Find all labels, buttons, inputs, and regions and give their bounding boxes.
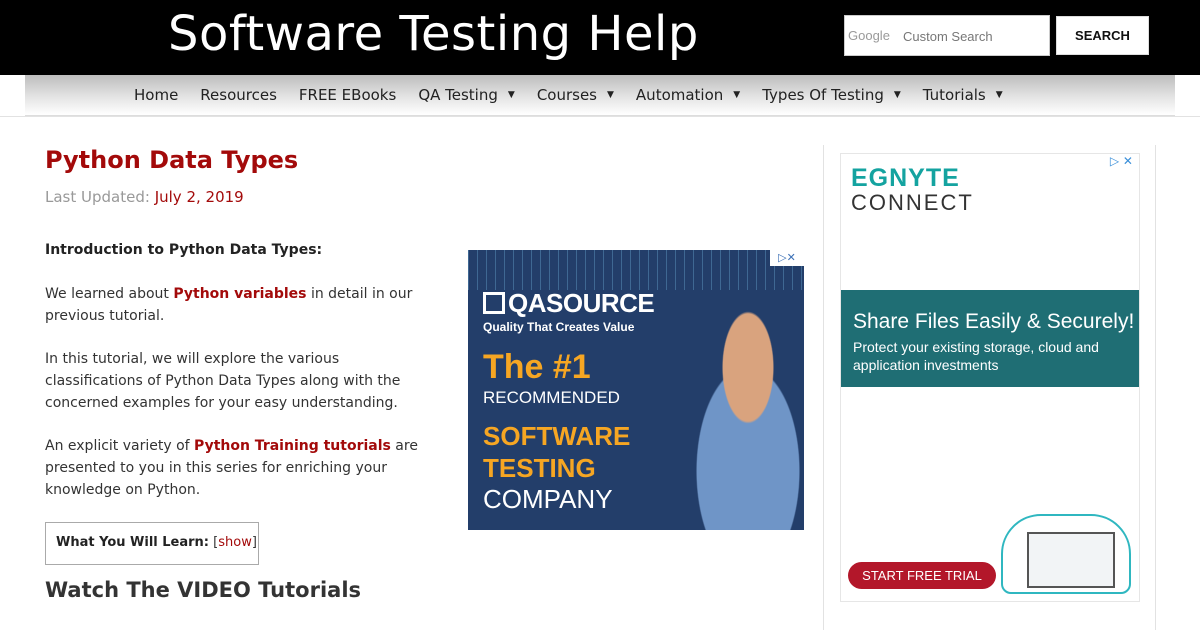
egnyte-banner: Share Files Easily & Securely! Protect y… <box>841 290 1139 387</box>
nav-divider <box>0 116 1200 117</box>
nav-item-resources[interactable]: Resources <box>200 86 277 104</box>
table-of-contents: What You Will Learn: [show] <box>45 522 259 565</box>
google-logo: Google <box>848 28 890 43</box>
adchoices-icon[interactable]: ▷✕ <box>770 250 804 266</box>
egnyte-body: Protect your existing storage, cloud and… <box>853 339 1099 373</box>
search-box[interactable]: Google <box>844 15 1050 56</box>
caret-down-icon: ▼ <box>893 90 901 100</box>
caret-down-icon: ▼ <box>995 90 1003 100</box>
ad-headline: The #1 <box>483 348 591 386</box>
egnyte-headline: Share Files Easily & Securely! <box>853 310 1135 333</box>
nav-item-automation[interactable]: Automation ▼ <box>636 86 740 104</box>
toc-label: What You Will Learn: <box>56 535 210 550</box>
search-button[interactable]: SEARCH <box>1056 16 1149 55</box>
start-free-trial-button[interactable]: START FREE TRIAL <box>848 562 996 589</box>
intro-heading: Introduction to Python Data Types: <box>45 242 323 258</box>
video-section-heading: Watch The VIDEO Tutorials <box>45 578 362 602</box>
paragraph-intro: We learned about Python variables in det… <box>45 286 413 324</box>
nav-item-free-ebooks[interactable]: FREE EBooks <box>299 86 396 104</box>
nav-item-courses[interactable]: Courses ▼ <box>537 86 614 104</box>
egnyte-ad[interactable]: ▷ ✕ EGNYTE CONNECT Share Files Easily & … <box>840 153 1140 602</box>
adchoices-icon[interactable]: ▷ ✕ <box>1110 154 1133 168</box>
site-title[interactable]: Software Testing Help <box>168 6 699 62</box>
last-updated-label: Last Updated: <box>45 188 150 206</box>
last-updated-date: July 2, 2019 <box>154 188 244 206</box>
page-title: Python Data Types <box>45 146 299 174</box>
last-updated: Last Updated: July 2, 2019 <box>45 188 244 206</box>
caret-down-icon: ▼ <box>607 90 614 100</box>
nav-item-home[interactable]: Home <box>134 86 178 104</box>
python-training-link[interactable]: Python Training tutorials <box>194 438 391 454</box>
caret-down-icon: ▼ <box>507 90 515 100</box>
qasource-logo: QASOURCE <box>483 288 655 319</box>
ad-software-testing: SOFTWARE TESTING <box>483 421 631 483</box>
search-input[interactable] <box>903 21 1045 51</box>
ad-decoration <box>468 250 804 290</box>
nav-menu: Home Resources FREE EBooks QA Testing ▼ C… <box>134 86 1025 104</box>
ad-company: COMPANY <box>483 484 613 514</box>
paragraph-scope: In this tutorial, we will explore the va… <box>45 351 401 411</box>
qasource-logo-icon <box>483 292 505 314</box>
paragraph-series: An explicit variety of Python Training t… <box>45 438 418 498</box>
qasource-ad[interactable]: ▷✕ QASOURCE Quality That Creates Value T… <box>468 250 804 530</box>
nav-item-tutorials[interactable]: Tutorials ▼ <box>923 86 1003 104</box>
toc-show-link[interactable]: show <box>218 535 252 550</box>
nav-item-types-of-testing[interactable]: Types Of Testing ▼ <box>762 86 901 104</box>
ad-recommended: RECOMMENDED <box>483 388 620 407</box>
ad-photo <box>668 310 804 530</box>
ad-tagline: Quality That Creates Value <box>483 320 635 334</box>
caret-down-icon: ▼ <box>733 90 741 100</box>
egnyte-logo-sub: CONNECT <box>851 190 974 215</box>
devices-icon <box>1027 532 1115 588</box>
egnyte-logo: EGNYTE <box>851 164 960 192</box>
python-variables-link[interactable]: Python variables <box>173 286 306 302</box>
nav-item-qa-testing[interactable]: QA Testing ▼ <box>418 86 515 104</box>
